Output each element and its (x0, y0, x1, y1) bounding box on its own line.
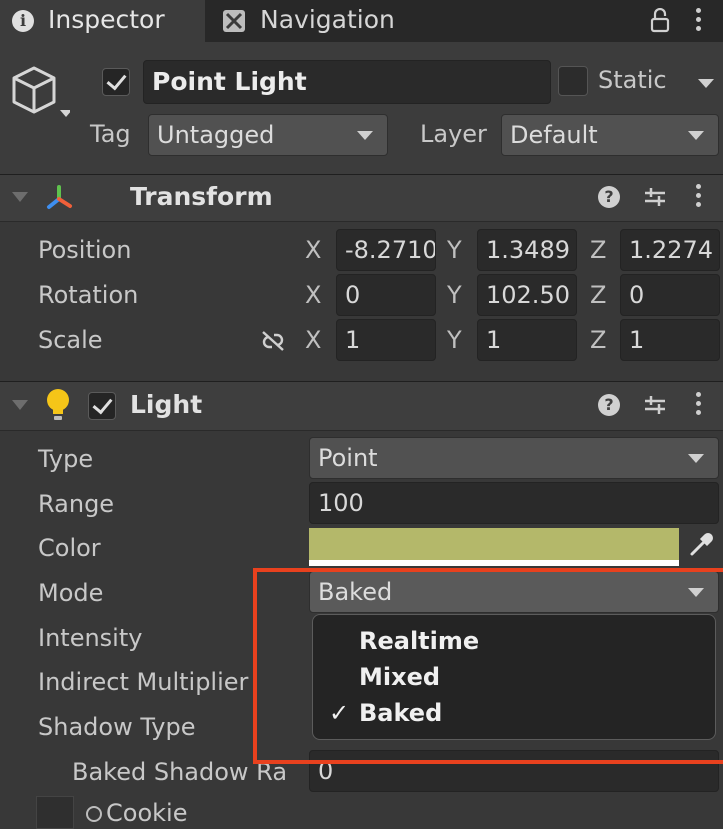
object-picker-icon[interactable] (86, 806, 102, 822)
scale-z-value: 1 (629, 326, 645, 354)
help-icon[interactable]: ? (598, 394, 620, 416)
presets-icon[interactable] (642, 184, 668, 210)
type-value: Point (318, 444, 378, 472)
help-icon[interactable]: ? (598, 186, 620, 208)
tag-label: Tag (90, 120, 131, 148)
gameobject-cube-icon[interactable] (10, 64, 72, 124)
chevron-down-icon (688, 131, 704, 140)
navigation-icon (223, 10, 245, 32)
light-foldout-arrow[interactable] (12, 400, 28, 410)
light-bulb-icon (46, 388, 70, 422)
scale-y-axis-label: Y (447, 326, 462, 354)
position-x-field[interactable]: -8.2710 (336, 229, 436, 271)
lock-icon[interactable] (650, 7, 670, 34)
rotation-y-axis-label: Y (447, 281, 462, 309)
layer-dropdown[interactable]: Default (501, 114, 719, 156)
tab-navigation[interactable]: Navigation (205, 0, 445, 42)
info-icon: i (12, 10, 34, 32)
constrain-proportions-icon[interactable] (258, 329, 288, 353)
static-label: Static (598, 66, 667, 94)
range-label: Range (38, 490, 115, 518)
tag-value: Untagged (157, 121, 275, 149)
position-label: Position (38, 236, 132, 264)
tab-inspector-label: Inspector (48, 5, 165, 34)
range-value: 100 (318, 489, 364, 517)
rotation-y-value: 102.50 (486, 281, 570, 309)
cookie-label: Cookie (106, 799, 188, 827)
chevron-down-icon (688, 454, 704, 463)
position-x-value: -8.2710 (345, 236, 436, 264)
layer-label: Layer (420, 120, 487, 148)
transform-options-icon[interactable] (696, 184, 702, 211)
scale-label: Scale (38, 326, 103, 354)
rotation-z-field[interactable]: 0 (620, 274, 720, 316)
color-swatch[interactable] (309, 528, 679, 566)
intensity-label: Intensity (38, 624, 143, 652)
rotation-y-field[interactable]: 102.50 (477, 274, 577, 316)
type-dropdown[interactable]: Point (309, 437, 719, 479)
rotation-x-value: 0 (345, 281, 361, 309)
position-y-field[interactable]: 1.3489 (477, 229, 577, 271)
tab-options-icon[interactable] (696, 8, 702, 35)
scale-y-value: 1 (486, 326, 502, 354)
scale-z-field[interactable]: 1 (620, 319, 720, 361)
eyedropper-icon[interactable] (688, 532, 714, 558)
position-z-axis-label: Z (590, 236, 607, 264)
position-z-value: 1.2274 (629, 236, 713, 264)
scale-y-field[interactable]: 1 (477, 319, 577, 361)
position-y-value: 1.3489 (486, 236, 570, 264)
position-y-axis-label: Y (447, 236, 462, 264)
static-checkbox[interactable] (558, 66, 588, 96)
layer-value: Default (510, 121, 598, 149)
static-dropdown-arrow[interactable] (698, 79, 714, 88)
transform-foldout-arrow[interactable] (12, 192, 28, 202)
range-field[interactable]: 100 (309, 482, 719, 524)
chevron-down-icon (357, 131, 373, 140)
scale-z-axis-label: Z (590, 326, 607, 354)
shadow-type-label: Shadow Type (38, 713, 196, 741)
transform-icon (44, 183, 74, 213)
scale-x-axis-label: X (305, 326, 322, 354)
presets-icon[interactable] (642, 392, 668, 418)
color-label: Color (38, 534, 101, 562)
tag-dropdown[interactable]: Untagged (148, 114, 388, 156)
indirect-multiplier-label: Indirect Multiplier (38, 668, 249, 696)
rotation-z-axis-label: Z (590, 281, 607, 309)
position-x-axis-label: X (305, 236, 322, 264)
annotation-highlight-box (253, 568, 723, 764)
rotation-x-axis-label: X (305, 281, 322, 309)
light-title: Light (130, 390, 203, 419)
object-name-value: Point Light (152, 67, 307, 96)
mode-label: Mode (38, 579, 104, 607)
scale-x-value: 1 (345, 326, 361, 354)
rotation-z-value: 0 (629, 281, 645, 309)
position-z-field[interactable]: 1.2274 (620, 229, 720, 271)
tab-inspector[interactable]: i Inspector (0, 0, 205, 42)
cookie-thumbnail[interactable] (36, 796, 74, 829)
tab-navigation-label: Navigation (260, 5, 395, 34)
light-options-icon[interactable] (696, 392, 702, 419)
object-name-field[interactable]: Point Light (143, 60, 551, 104)
object-active-checkbox[interactable] (102, 68, 130, 96)
scale-x-field[interactable]: 1 (336, 319, 436, 361)
type-label: Type (38, 445, 94, 473)
rotation-label: Rotation (38, 281, 139, 309)
light-enabled-checkbox[interactable] (88, 392, 116, 420)
rotation-x-field[interactable]: 0 (336, 274, 436, 316)
transform-title: Transform (130, 182, 273, 211)
